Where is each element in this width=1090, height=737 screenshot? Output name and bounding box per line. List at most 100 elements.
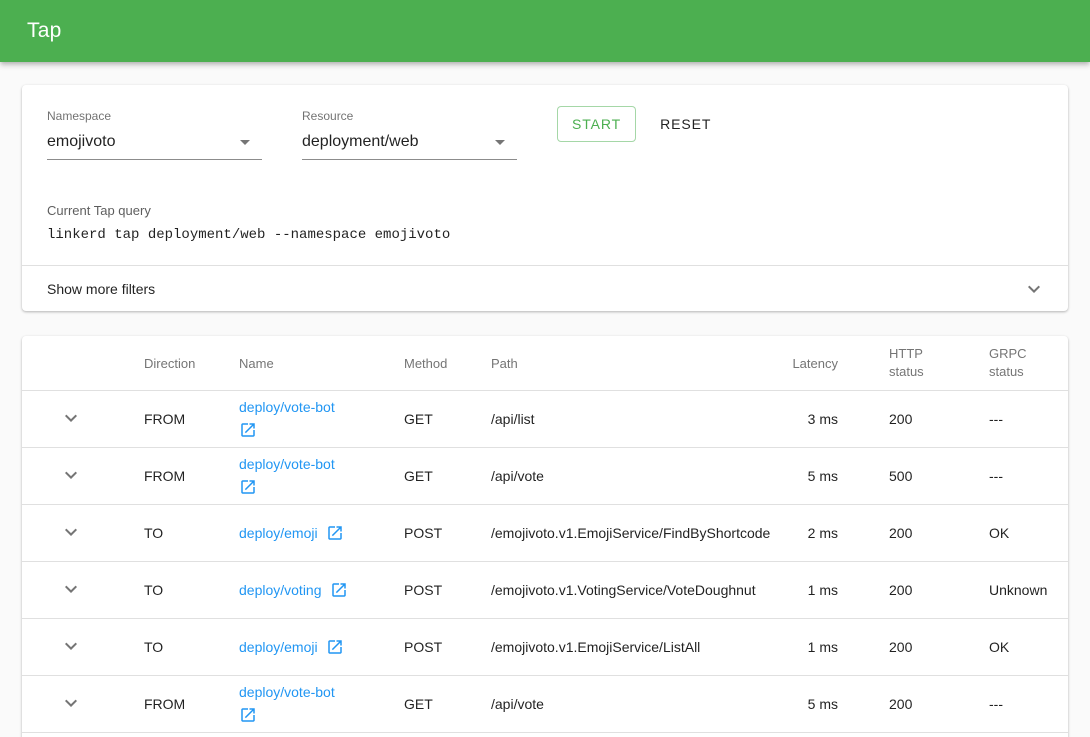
chevron-down-icon <box>59 520 83 544</box>
column-header-latency: Latency <box>763 356 873 371</box>
method-cell: GET <box>404 468 491 484</box>
expand-cell <box>22 463 144 490</box>
open-in-new-icon <box>239 706 257 724</box>
grpc-status-value: OK <box>989 639 1009 655</box>
latency-value: 5 ms <box>808 696 838 712</box>
expand-row-button[interactable] <box>59 577 83 601</box>
column-header-grpc-status: GRPC status <box>973 345 1068 381</box>
table-row: TO deploy/emoji POST /emojivoto.v1.Emoji… <box>22 505 1068 562</box>
grpc-status-value: Unknown <box>989 582 1047 598</box>
column-header-name: Name <box>239 356 404 371</box>
name-cell: deploy/vote-bot <box>239 684 404 724</box>
expand-cell <box>22 577 144 604</box>
direction-value: TO <box>144 525 163 541</box>
http-status-cell: 200 <box>873 582 973 598</box>
http-status-value: 200 <box>889 639 912 655</box>
expand-row-button[interactable] <box>59 406 83 430</box>
resource-link[interactable]: deploy/vote-bot <box>239 684 351 724</box>
page-title: Tap <box>27 19 61 43</box>
path-value: /api/vote <box>491 468 544 484</box>
http-status-value: 200 <box>889 525 912 541</box>
method-value: POST <box>404 582 442 598</box>
grpc-status-value: --- <box>989 468 1003 484</box>
http-status-cell: 200 <box>873 525 973 541</box>
path-cell: /api/vote <box>491 468 763 484</box>
direction-cell: FROM <box>144 468 239 484</box>
expand-cell <box>22 634 144 661</box>
http-status-value: 500 <box>889 468 912 484</box>
grpc-status-value: OK <box>989 525 1009 541</box>
path-value: /emojivoto.v1.VotingService/VoteDoughnut <box>491 582 756 598</box>
http-status-cell: 200 <box>873 411 973 427</box>
path-cell: /emojivoto.v1.VotingService/VoteDoughnut <box>491 582 763 598</box>
open-in-new-icon <box>330 581 348 599</box>
resource-link[interactable]: deploy/voting <box>239 581 351 599</box>
resource-link[interactable]: deploy/vote-bot <box>239 399 351 439</box>
grpc-status-cell: --- <box>973 696 1068 712</box>
table-row: TO deploy/voting POST /emojivoto.v1.Voti… <box>22 562 1068 619</box>
table-row: FROM deploy/vote-bot GET /api/vote 5 ms … <box>22 676 1068 733</box>
latency-value: 5 ms <box>808 468 838 484</box>
resource-link[interactable]: deploy/vote-bot <box>239 456 351 496</box>
method-cell: POST <box>404 639 491 655</box>
resource-link-label: deploy/emoji <box>239 639 318 655</box>
name-cell: deploy/emoji <box>239 638 404 656</box>
table-body: FROM deploy/vote-bot GET /api/list 3 ms … <box>22 391 1068 733</box>
grpc-status-cell: Unknown <box>973 582 1068 598</box>
resource-link[interactable]: deploy/emoji <box>239 524 351 542</box>
grpc-status-cell: OK <box>973 639 1068 655</box>
direction-value: FROM <box>144 696 185 712</box>
direction-cell: TO <box>144 582 239 598</box>
column-header-method: Method <box>404 356 491 371</box>
method-cell: POST <box>404 525 491 541</box>
expand-row-button[interactable] <box>59 463 83 487</box>
http-status-value: 200 <box>889 582 912 598</box>
method-value: GET <box>404 468 433 484</box>
expand-row-button[interactable] <box>59 691 83 715</box>
column-header-direction: Direction <box>144 356 239 371</box>
latency-cell: 2 ms <box>763 525 873 541</box>
direction-cell: FROM <box>144 696 239 712</box>
start-button[interactable]: START <box>557 106 636 142</box>
grpc-status-cell: --- <box>973 411 1068 427</box>
expand-row-button[interactable] <box>59 520 83 544</box>
resource-link[interactable]: deploy/emoji <box>239 638 351 656</box>
direction-value: FROM <box>144 411 185 427</box>
resource-link-label: deploy/voting <box>239 582 322 598</box>
path-cell: /emojivoto.v1.EmojiService/FindByShortco… <box>491 525 763 541</box>
namespace-select[interactable]: emojivoto <box>47 130 262 160</box>
method-cell: GET <box>404 696 491 712</box>
direction-value: FROM <box>144 468 185 484</box>
chevron-down-icon <box>59 634 83 658</box>
latency-value: 3 ms <box>808 411 838 427</box>
open-in-new-icon <box>239 478 257 496</box>
show-more-filters-toggle[interactable]: Show more filters <box>22 265 1068 311</box>
column-header-http-status: HTTP status <box>873 345 973 381</box>
open-in-new-icon <box>239 421 257 439</box>
app-bar: Tap <box>0 0 1090 62</box>
resource-link-label: deploy/emoji <box>239 525 318 541</box>
path-value: /emojivoto.v1.EmojiService/FindByShortco… <box>491 525 770 541</box>
grpc-status-cell: OK <box>973 525 1068 541</box>
resource-select[interactable]: deployment/web <box>302 130 517 160</box>
current-tap-query: Current Tap query linkerd tap deployment… <box>47 203 1044 265</box>
namespace-label: Namespace <box>47 109 262 123</box>
open-in-new-icon <box>326 524 344 542</box>
path-value: /api/vote <box>491 696 544 712</box>
expand-cell <box>22 520 144 547</box>
method-value: POST <box>404 639 442 655</box>
expand-cell <box>22 406 144 433</box>
chevron-down-icon <box>59 406 83 430</box>
method-value: GET <box>404 411 433 427</box>
http-status-value: 200 <box>889 411 912 427</box>
expand-cell <box>22 691 144 718</box>
table-row: FROM deploy/vote-bot GET /api/vote 5 ms … <box>22 448 1068 505</box>
latency-cell: 5 ms <box>763 468 873 484</box>
main-content: Namespace emojivoto Resource deployment/… <box>0 85 1090 737</box>
latency-value: 1 ms <box>808 582 838 598</box>
expand-row-button[interactable] <box>59 634 83 658</box>
method-cell: POST <box>404 582 491 598</box>
open-in-new-icon <box>326 638 344 656</box>
chevron-down-icon <box>59 691 83 715</box>
reset-button[interactable]: RESET <box>652 106 719 142</box>
